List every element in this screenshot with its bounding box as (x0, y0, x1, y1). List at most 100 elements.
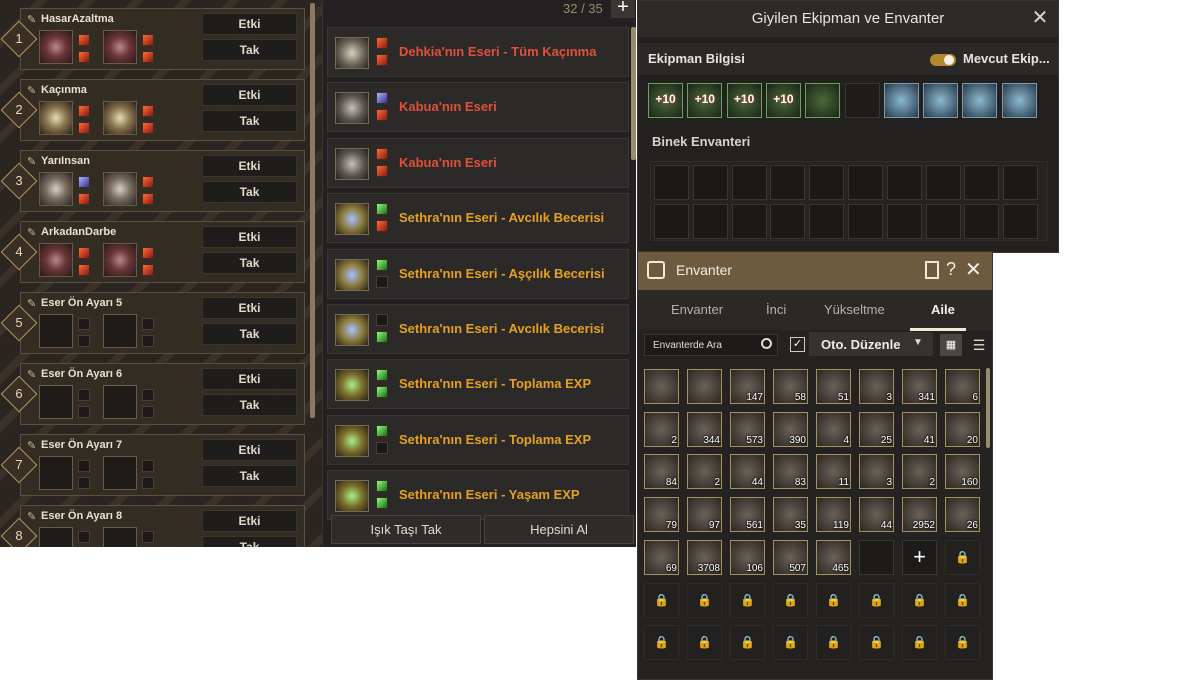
mount-slot[interactable] (731, 165, 767, 200)
artifact-slot[interactable] (39, 456, 73, 490)
artifact-list-item[interactable]: Kabua'nın Eseri (327, 82, 629, 133)
artifact-slot[interactable] (39, 243, 73, 277)
artifact-slot[interactable] (39, 30, 73, 64)
grid-view-icon[interactable]: ▦ (940, 334, 962, 356)
lightstone-slot[interactable] (142, 34, 154, 46)
preset-scrollbar[interactable] (310, 3, 315, 418)
preset-equip-button[interactable]: Tak (202, 39, 297, 61)
mount-slot[interactable] (925, 165, 961, 200)
preset-equip-button[interactable]: Tak (202, 110, 297, 132)
equip-lightstone-button[interactable]: Işık Taşı Tak (331, 515, 481, 544)
inventory-slot[interactable]: 6 (945, 369, 980, 404)
locked-slot[interactable]: 🔒 (945, 539, 980, 575)
lightstone-slot[interactable] (142, 318, 154, 330)
inventory-slot[interactable]: 3 (859, 369, 894, 404)
take-all-button[interactable]: Hepsini Al (484, 515, 634, 544)
preset-effect-button[interactable]: Etki (202, 226, 297, 248)
pencil-icon[interactable]: ✎ (27, 439, 36, 452)
lightstone-slot[interactable] (78, 105, 90, 117)
lightstone-slot[interactable] (78, 247, 90, 259)
inventory-slot[interactable]: 35 (773, 497, 808, 533)
mount-slot[interactable] (1003, 204, 1039, 239)
artifact-list-item[interactable]: Sethra'nın Eseri - Avcılık Becerisi (327, 304, 629, 354)
preset-effect-button[interactable]: Etki (202, 368, 297, 390)
locked-slot[interactable]: 🔒 (644, 582, 679, 618)
pencil-icon[interactable]: ✎ (27, 510, 36, 523)
mount-slot[interactable] (809, 204, 845, 239)
mount-slot[interactable] (809, 165, 845, 200)
mount-slot[interactable] (925, 204, 961, 239)
inventory-slot[interactable]: 79 (644, 497, 679, 533)
lightstone-slot[interactable] (142, 264, 154, 276)
inventory-slot[interactable]: 25 (859, 411, 894, 447)
preset-effect-button[interactable]: Etki (202, 439, 297, 461)
artifact-list-item[interactable]: Dehkia'nın Eseri - Tüm Kaçınma (327, 27, 629, 77)
inventory-slot[interactable]: 561 (730, 497, 765, 533)
tab-inventory[interactable]: Envanter (671, 302, 723, 317)
inventory-slot[interactable]: 2 (644, 411, 679, 447)
equipment-slot[interactable] (844, 83, 880, 118)
lightstone-slot[interactable] (78, 122, 90, 134)
mount-slot[interactable] (848, 204, 883, 239)
pencil-icon[interactable]: ✎ (27, 368, 36, 381)
lightstone-slot[interactable] (142, 193, 154, 205)
equipment-slot[interactable] (883, 83, 919, 118)
preset-effect-button[interactable]: Etki (202, 84, 297, 106)
lightstone-slot[interactable] (142, 335, 154, 347)
preset-effect-button[interactable]: Etki (202, 510, 297, 532)
inventory-slot[interactable]: 2952 (902, 497, 937, 533)
inventory-scrollbar[interactable] (986, 368, 990, 448)
pencil-icon[interactable]: ✎ (27, 13, 36, 26)
artifact-slot[interactable] (39, 101, 73, 135)
search-icon[interactable] (761, 338, 772, 349)
artifact-slot[interactable] (103, 172, 137, 206)
artifact-list-item[interactable]: Kabua'nın Eseri (327, 137, 629, 188)
lightstone-slot[interactable] (78, 406, 90, 418)
lightstone-slot[interactable] (78, 176, 90, 188)
help-icon[interactable]: ? (946, 259, 956, 280)
locked-slot[interactable]: 🔒 (730, 582, 765, 618)
locked-slot[interactable]: 🔒 (773, 625, 808, 661)
lightstone-slot[interactable] (142, 531, 154, 543)
locked-slot[interactable]: 🔒 (644, 625, 679, 661)
close-icon[interactable]: ✕ (965, 257, 982, 282)
lightstone-slot[interactable] (142, 176, 154, 188)
locked-slot[interactable]: 🔒 (902, 582, 937, 618)
inventory-slot[interactable]: 2 (902, 454, 937, 490)
preset-effect-button[interactable]: Etki (202, 297, 297, 319)
inventory-slot[interactable]: 26 (945, 497, 980, 533)
preset-effect-button[interactable]: Etki (202, 13, 297, 35)
inventory-slot[interactable]: 97 (687, 497, 722, 533)
lightstone-slot[interactable] (78, 34, 90, 46)
artifact-slot[interactable] (39, 385, 73, 419)
inventory-slot[interactable]: 3708 (687, 539, 722, 575)
inventory-search-input[interactable]: Envanterde Ara (644, 334, 778, 356)
artifact-slot[interactable] (103, 30, 137, 64)
lightstone-slot[interactable] (78, 460, 90, 472)
inventory-slot[interactable]: 106 (730, 539, 765, 575)
mount-slot[interactable] (1003, 165, 1039, 200)
inventory-slot[interactable]: 3 (859, 454, 894, 490)
pencil-icon[interactable]: ✎ (27, 84, 36, 97)
inventory-slot[interactable]: 44 (859, 497, 894, 533)
inventory-slot[interactable]: 160 (945, 454, 980, 490)
artifact-slot[interactable] (103, 101, 137, 135)
lightstone-slot[interactable] (142, 406, 154, 418)
lightstone-slot[interactable] (78, 389, 90, 401)
inventory-slot[interactable]: 83 (773, 454, 808, 490)
locked-slot[interactable]: 🔒 (859, 625, 894, 661)
inventory-slot[interactable]: 20 (945, 411, 980, 447)
auto-sort-checkbox[interactable]: ✓ (790, 337, 805, 352)
artifact-list-item[interactable]: Sethra'nın Eseri - Yaşam EXP (327, 470, 629, 521)
equipment-slot[interactable] (923, 83, 959, 118)
mount-slot[interactable] (770, 204, 806, 239)
pencil-icon[interactable]: ✎ (27, 155, 36, 168)
preset-equip-button[interactable]: Tak (202, 536, 297, 547)
preset-equip-button[interactable]: Tak (202, 252, 297, 274)
lightstone-slot[interactable] (142, 122, 154, 134)
pencil-icon[interactable]: ✎ (27, 226, 36, 239)
artifact-slot[interactable] (103, 243, 137, 277)
locked-slot[interactable]: 🔒 (773, 582, 808, 618)
preset-equip-button[interactable]: Tak (202, 394, 297, 416)
mount-slot[interactable] (886, 165, 922, 200)
